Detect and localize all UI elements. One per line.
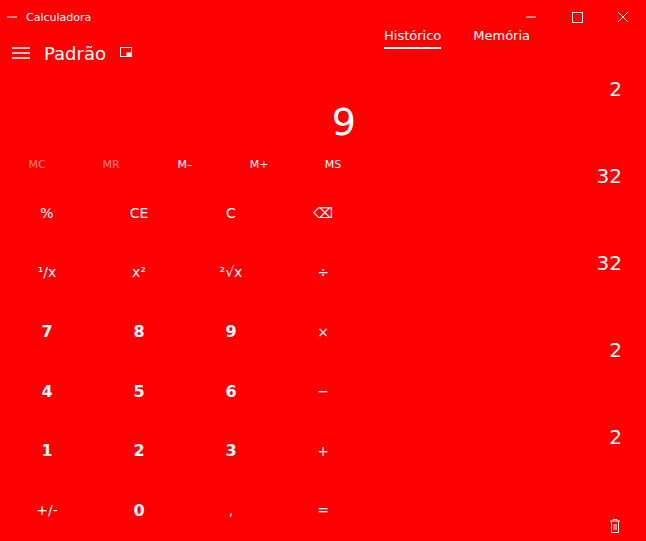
key-button[interactable]: 0	[94, 482, 184, 540]
key-button[interactable]: 1	[2, 422, 92, 480]
key-button[interactable]: −	[278, 363, 368, 421]
tab[interactable]: Memória	[473, 24, 530, 49]
title-bar: Calculadora	[0, 0, 646, 34]
key-button[interactable]: x²	[94, 244, 184, 302]
window-controls	[508, 2, 646, 32]
key-button[interactable]: ×	[278, 303, 368, 361]
memory-row: MCMRM–M+MS	[0, 144, 370, 184]
key-button[interactable]: ÷	[278, 244, 368, 302]
key-button[interactable]: CE	[94, 184, 184, 242]
minimize-icon[interactable]	[508, 2, 554, 32]
display: 9	[0, 72, 370, 144]
tabs: Histórico Memória	[370, 18, 622, 55]
calculator-window: CalculadoraPadrão9MCMRM–M+MS%CEC⌫¹/xx²²√…	[0, 0, 646, 541]
history-item[interactable]: 2	[370, 338, 622, 425]
keep-on-top-icon[interactable]	[118, 45, 134, 61]
mode-title: Padrão	[44, 43, 106, 64]
key-button[interactable]: 3	[186, 422, 276, 480]
history-list: 2323222	[370, 55, 622, 512]
memory-button[interactable]: M–	[148, 157, 222, 172]
history-item[interactable]: 2	[370, 77, 622, 164]
memory-button[interactable]: M+	[222, 157, 296, 172]
key-button[interactable]: ¹/x	[2, 244, 92, 302]
key-button[interactable]: 6	[186, 363, 276, 421]
key-button[interactable]: 5	[94, 363, 184, 421]
key-button[interactable]: ,	[186, 482, 276, 540]
key-button[interactable]: %	[2, 184, 92, 242]
history-panel: HistóricoMemória2323222	[370, 34, 646, 541]
key-button[interactable]: =	[278, 482, 368, 540]
history-footer	[370, 512, 622, 541]
tab[interactable]: Histórico	[384, 24, 441, 49]
calculator-panel: Padrão9MCMRM–M+MS%CEC⌫¹/xx²²√x÷789×456−1…	[0, 34, 370, 541]
key-button[interactable]: C	[186, 184, 276, 242]
key-button[interactable]: ²√x	[186, 244, 276, 302]
memory-button[interactable]: MS	[296, 157, 370, 172]
history-item[interactable]: 32	[370, 164, 622, 251]
back-arrow-icon[interactable]	[6, 11, 18, 23]
trash-icon[interactable]	[608, 518, 622, 534]
history-item[interactable]: 32	[370, 251, 622, 338]
memory-button[interactable]: MR	[74, 157, 148, 172]
maximize-icon[interactable]	[554, 2, 600, 32]
hamburger-menu-icon[interactable]	[10, 45, 32, 61]
window-title: Calculadora	[26, 11, 91, 24]
history-item[interactable]: 2	[370, 425, 622, 512]
key-button[interactable]: 2	[94, 422, 184, 480]
key-button[interactable]: 7	[2, 303, 92, 361]
header: Padrão	[0, 34, 370, 72]
keypad: %CEC⌫ ¹/xx²²√x÷ 789× 456− 123+ +/-0,=	[0, 184, 370, 541]
key-button[interactable]: 8	[94, 303, 184, 361]
close-icon[interactable]	[600, 2, 646, 32]
key-button[interactable]: 9	[186, 303, 276, 361]
key-button[interactable]: +	[278, 422, 368, 480]
key-button[interactable]: 4	[2, 363, 92, 421]
key-button[interactable]: +/-	[2, 482, 92, 540]
memory-button[interactable]: MC	[0, 157, 74, 172]
key-button[interactable]: ⌫	[278, 184, 368, 242]
